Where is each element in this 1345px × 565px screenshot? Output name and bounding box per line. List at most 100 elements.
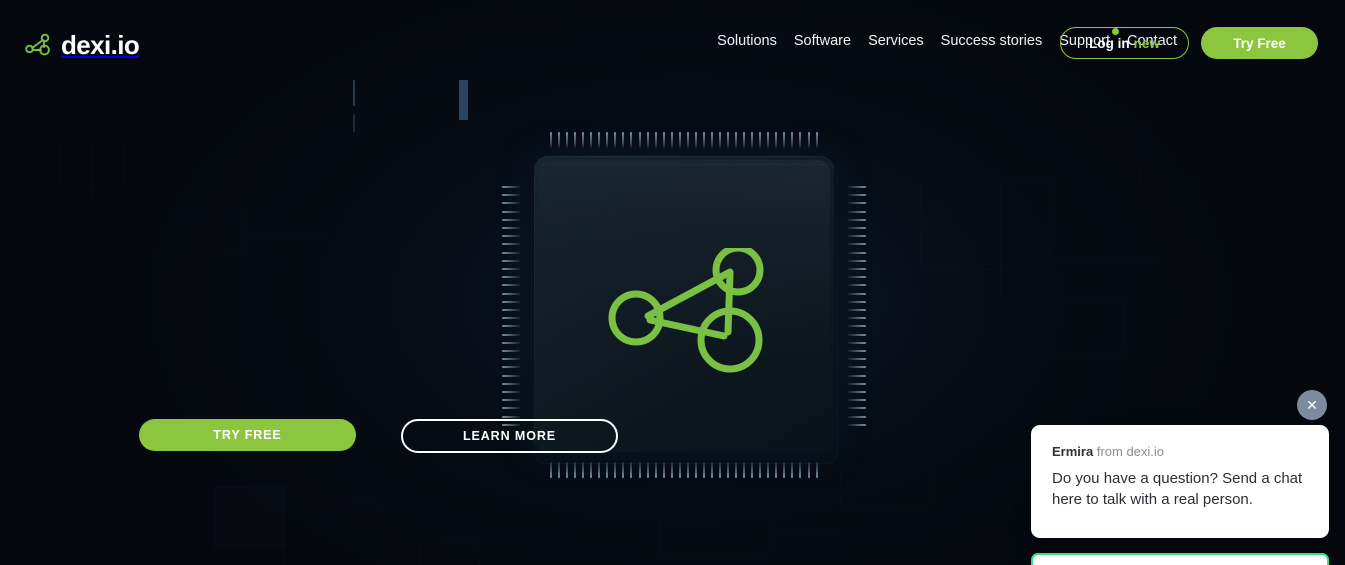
chip-pin xyxy=(662,132,665,148)
chip-pin xyxy=(735,462,738,478)
chip-pin xyxy=(654,462,657,478)
chip-pin xyxy=(848,325,866,328)
chip-pin xyxy=(502,292,520,295)
chip-pin xyxy=(791,462,794,478)
chip-pin xyxy=(598,462,601,478)
chip-pin xyxy=(502,235,520,238)
hero-try-free-button[interactable]: TRY FREE xyxy=(139,419,356,451)
chip-pin xyxy=(848,374,866,377)
chip-pin xyxy=(848,210,866,213)
nav-item-software[interactable]: Software xyxy=(794,33,851,49)
page-root: dexi.io Solutions Software Services Succ… xyxy=(0,0,1345,565)
chip-pin xyxy=(799,462,802,478)
chip-pin xyxy=(630,132,633,148)
chip-pin xyxy=(767,462,770,478)
chip-pin xyxy=(848,186,866,188)
chip-pin xyxy=(848,333,866,336)
chip-pin xyxy=(735,132,738,148)
brand-logo-link[interactable]: dexi.io xyxy=(25,30,140,61)
login-button-label: Log in xyxy=(1089,35,1130,51)
chip-pin xyxy=(502,333,520,336)
chip-pin xyxy=(702,132,705,148)
chip-pin xyxy=(502,407,520,410)
chip-pin xyxy=(502,325,520,328)
chip-pin xyxy=(848,194,866,197)
chip-pin xyxy=(606,462,609,478)
chip-pin xyxy=(718,462,721,478)
chip-pins-bottom xyxy=(550,462,818,478)
chip-pin xyxy=(670,132,673,148)
chip-pin xyxy=(502,227,520,230)
chip-pin xyxy=(727,132,730,148)
chip-pin xyxy=(622,462,625,478)
chip-pin xyxy=(502,243,520,246)
hero-network-logo-mark xyxy=(608,248,764,373)
chip-pin xyxy=(502,284,520,287)
chip-pin xyxy=(751,132,754,148)
chip-pin xyxy=(759,462,762,478)
nav-item-services[interactable]: Services xyxy=(868,33,924,49)
chip-pin xyxy=(848,218,866,221)
chip-pin xyxy=(815,462,818,478)
chip-pin xyxy=(848,292,866,295)
chat-message-text: Do you have a question? Send a chat here… xyxy=(1052,470,1303,509)
chip-pins-top xyxy=(550,132,818,148)
chip-pin xyxy=(614,462,617,478)
chip-pin xyxy=(848,423,866,426)
chat-close-icon[interactable]: ✕ xyxy=(1297,390,1327,420)
chip-pin xyxy=(727,462,730,478)
chip-pin xyxy=(678,462,681,478)
chip-pin xyxy=(848,391,866,394)
chat-message-bubble[interactable]: Ermira from dexi.io Do you have a questi… xyxy=(1031,425,1329,538)
chip-pin xyxy=(848,227,866,230)
site-header: dexi.io Solutions Software Services Succ… xyxy=(0,0,1345,88)
chip-pin xyxy=(558,462,561,478)
chip-pin xyxy=(654,132,657,148)
hero-learn-more-button[interactable]: LEARN MORE xyxy=(401,419,618,453)
login-button[interactable]: Log in new xyxy=(1060,27,1189,59)
chip-pin xyxy=(702,462,705,478)
chip-pin xyxy=(848,300,866,303)
chip-pin xyxy=(662,462,665,478)
chip-pin xyxy=(598,132,601,148)
chip-pin xyxy=(646,462,649,478)
chip-pin xyxy=(848,284,866,287)
chip-pin xyxy=(502,391,520,394)
chat-agent-org: from dexi.io xyxy=(1096,444,1165,459)
chip-pin xyxy=(502,350,520,353)
chip-pin xyxy=(630,462,633,478)
chip-pin xyxy=(775,132,778,148)
chip-pin xyxy=(799,132,802,148)
chip-pin xyxy=(502,366,520,369)
chip-pin xyxy=(767,132,770,148)
chip-pin xyxy=(848,341,866,344)
chip-pin xyxy=(502,186,520,188)
chip-pin xyxy=(751,462,754,478)
chat-input-field[interactable] xyxy=(1031,553,1329,565)
chip-pin xyxy=(848,358,866,361)
chip-pin xyxy=(502,415,520,418)
chip-pin xyxy=(718,132,721,148)
chat-agent-meta: Ermira from dexi.io xyxy=(1052,444,1308,459)
chip-pin xyxy=(502,251,520,254)
nav-item-solutions[interactable]: Solutions xyxy=(717,33,777,49)
chip-pin xyxy=(686,462,689,478)
chip-pin xyxy=(815,132,818,148)
chip-pin xyxy=(502,399,520,402)
chip-pin xyxy=(502,317,520,320)
header-try-free-button[interactable]: Try Free xyxy=(1201,27,1318,59)
chip-pin xyxy=(694,462,697,478)
chip-pin xyxy=(574,462,577,478)
chip-pin xyxy=(759,132,762,148)
chip-pin xyxy=(775,462,778,478)
chip-pin xyxy=(502,382,520,385)
decorative-bar-thin-lower xyxy=(353,114,355,132)
chip-pin xyxy=(502,300,520,303)
chip-pin xyxy=(848,382,866,385)
chip-pin xyxy=(502,374,520,377)
nav-item-success-stories[interactable]: Success stories xyxy=(941,33,1043,49)
chip-pin xyxy=(743,132,746,148)
chip-pin xyxy=(848,243,866,246)
chip-pin xyxy=(502,194,520,197)
chip-pin xyxy=(848,407,866,410)
